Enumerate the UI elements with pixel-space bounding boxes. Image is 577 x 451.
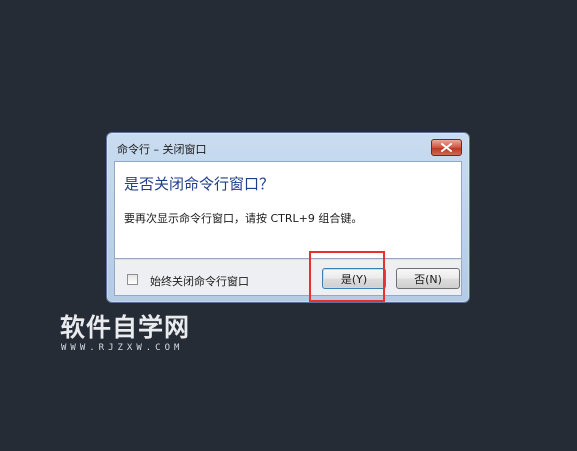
dialog-footer: 始终关闭命令行窗口 是(Y) 否(N) [114, 259, 462, 296]
watermark: 软件自学网 WWW.RJZXW.COM [60, 314, 190, 354]
watermark-url: WWW.RJZXW.COM [61, 343, 184, 353]
dialog-title: 命令行 – 关闭窗口 [117, 143, 207, 156]
always-close-checkbox-label[interactable]: 始终关闭命令行窗口 [150, 273, 249, 289]
dialog-titlebar[interactable]: 命令行 – 关闭窗口 [107, 133, 469, 160]
always-close-checkbox[interactable] [127, 274, 138, 285]
close-x-icon [441, 143, 452, 152]
close-button[interactable] [431, 139, 462, 156]
dialog-description: 要再次显示命令行窗口，请按 CTRL+9 组合键。 [124, 212, 363, 225]
watermark-title: 软件自学网 [60, 313, 191, 342]
close-command-line-dialog: 命令行 – 关闭窗口 是否关闭命令行窗口？ 要再次显示命令行窗口，请按 CTRL… [106, 132, 470, 303]
main-instruction: 是否关闭命令行窗口？ [124, 175, 275, 193]
highlight-box [309, 251, 385, 302]
no-button[interactable]: 否(N) [396, 268, 460, 289]
dialog-content: 是否关闭命令行窗口？ 要再次显示命令行窗口，请按 CTRL+9 组合键。 [114, 161, 462, 259]
